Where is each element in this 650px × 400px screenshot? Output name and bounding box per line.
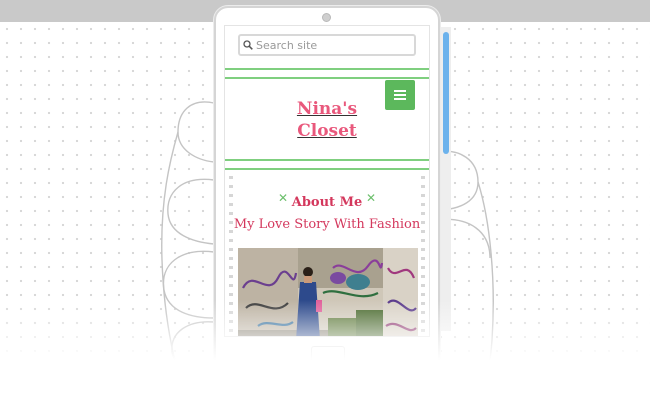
header-rule-top xyxy=(225,68,429,79)
mobile-screen: Nina's Closet ✕ About Me ✕ My Love Story… xyxy=(224,25,430,337)
camera-icon xyxy=(322,13,331,22)
section-heading-row: ✕ About Me ✕ xyxy=(225,191,429,210)
site-title-line-1: Nina's xyxy=(296,99,358,119)
site-title-line-2: Closet xyxy=(297,121,357,141)
x-mark-icon: ✕ xyxy=(366,191,377,205)
search-input[interactable] xyxy=(238,34,416,56)
scrollbar-thumb[interactable] xyxy=(443,32,449,154)
bottom-fade xyxy=(0,300,650,400)
x-mark-icon: ✕ xyxy=(278,191,289,205)
search-icon xyxy=(243,40,253,50)
site-title-link[interactable]: Nina's Closet xyxy=(225,98,429,142)
header-rule-bottom xyxy=(225,159,429,170)
section-heading: About Me xyxy=(291,195,363,210)
post-title-link[interactable]: My Love Story With Fashion xyxy=(225,217,429,232)
